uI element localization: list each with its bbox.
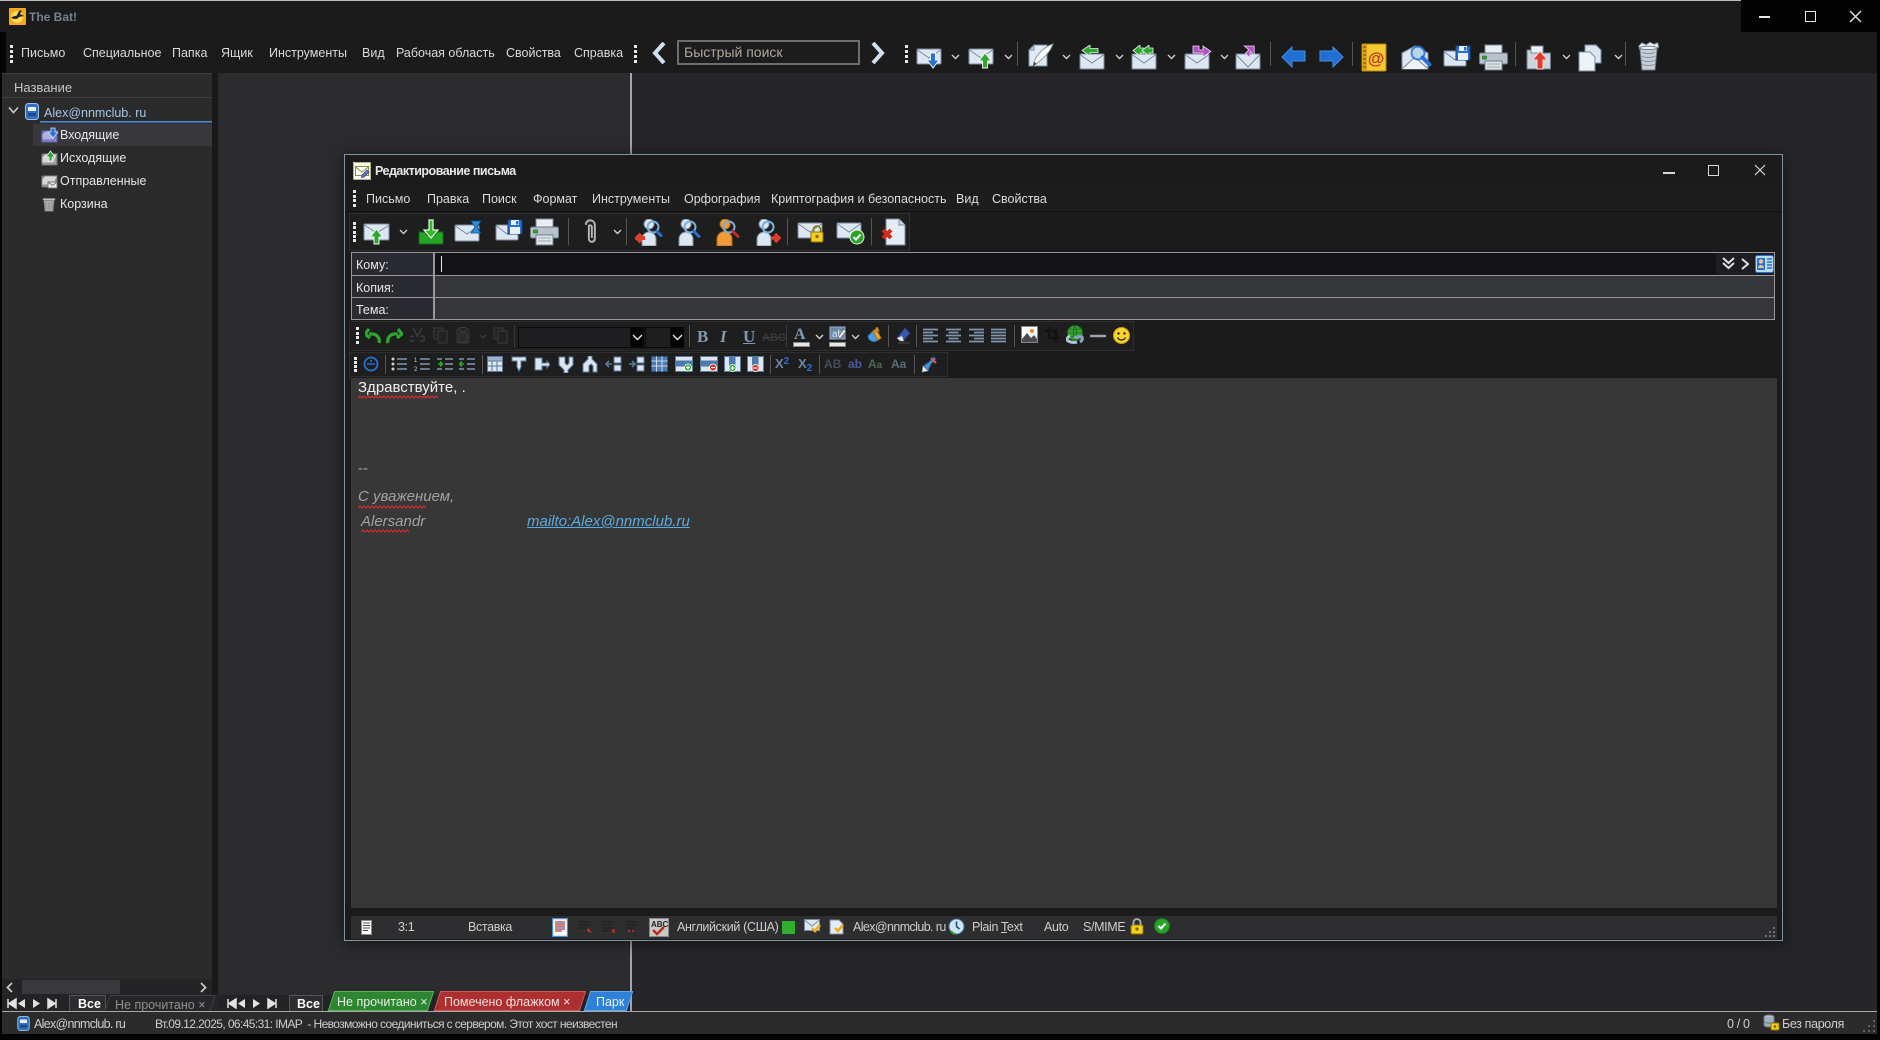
svg-text:@: @	[1368, 49, 1385, 68]
svg-text:2: 2	[414, 367, 418, 371]
svg-text:1: 1	[414, 358, 418, 364]
